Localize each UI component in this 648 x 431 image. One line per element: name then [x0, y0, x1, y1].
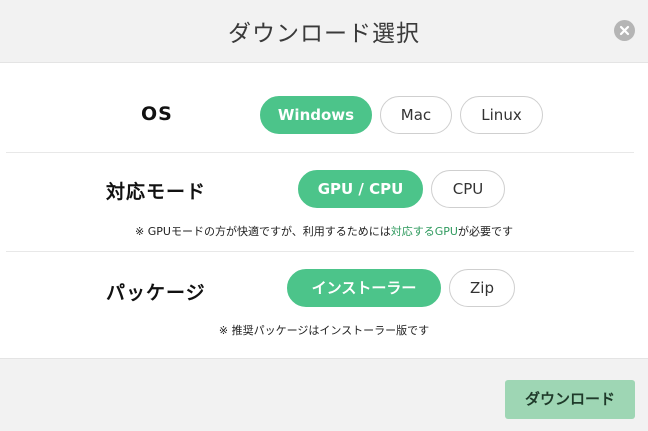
download-dialog: ダウンロード選択 OS Windows Mac Linux 対応モード GPU …	[0, 0, 648, 431]
package-note: ※ 推奨パッケージはインストーラー版です	[218, 324, 430, 337]
mode-option-gpu-cpu[interactable]: GPU / CPU	[298, 170, 423, 208]
os-option-mac[interactable]: Mac	[380, 96, 452, 134]
package-option-zip[interactable]: Zip	[449, 269, 515, 307]
close-button[interactable]	[614, 20, 635, 41]
dialog-footer: ダウンロード	[0, 358, 648, 431]
mode-note: ※ GPUモードの方が快適ですが、利用するためには対応するGPUが必要です	[0, 223, 648, 239]
os-label: OS	[141, 103, 173, 125]
os-option-windows[interactable]: Windows	[260, 96, 372, 134]
download-button[interactable]: ダウンロード	[505, 380, 635, 419]
mode-label: 対応モード	[106, 181, 207, 203]
mode-note-suffix: が必要です	[457, 225, 513, 238]
mode-note-prefix: ※ GPUモードの方が快適ですが、利用するためには	[135, 225, 391, 238]
dialog-title: ダウンロード選択	[228, 21, 420, 47]
package-label: パッケージ	[106, 282, 206, 304]
os-section: OS Windows Mac Linux	[0, 63, 648, 152]
mode-option-cpu[interactable]: CPU	[431, 170, 505, 208]
package-option-installer[interactable]: インストーラー	[287, 269, 441, 307]
dialog-header: ダウンロード選択	[0, 0, 648, 63]
package-section: パッケージ インストーラー Zip ※ 推奨パッケージはインストーラー版です	[0, 252, 648, 358]
supported-gpu-link[interactable]: 対応するGPU	[391, 225, 458, 238]
mode-section: 対応モード GPU / CPU CPU ※ GPUモードの方が快適ですが、利用す…	[0, 153, 648, 251]
os-option-linux[interactable]: Linux	[460, 96, 543, 134]
